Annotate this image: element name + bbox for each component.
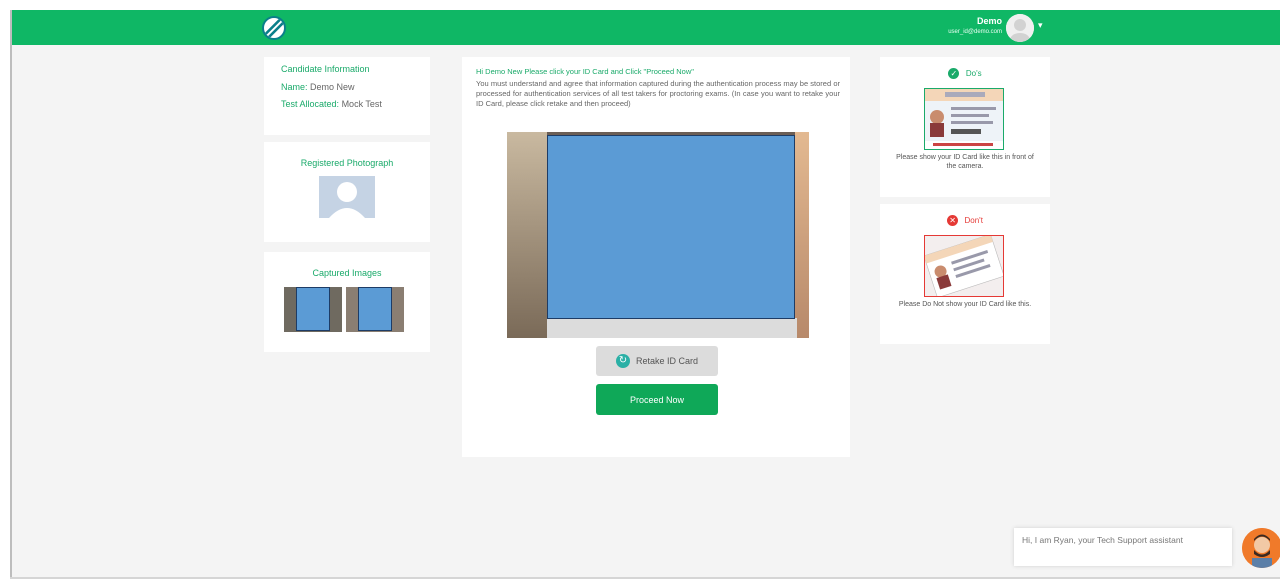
retake-label: Retake ID Card [635, 356, 699, 366]
id-card-sample-correct [924, 88, 1004, 150]
registered-photo-heading: Registered Photograph [300, 158, 394, 168]
browser-viewport: Demo user_id@demo.com ▾ Candidate Inform… [10, 10, 1280, 577]
test-allocated-label: Test Allocated: [281, 99, 340, 109]
captured-images-card: Captured Images [264, 252, 430, 352]
cross-icon: ✕ [947, 215, 959, 227]
proceed-now-button[interactable]: Proceed Now [596, 384, 718, 415]
os-taskbar [0, 577, 1280, 587]
dos-card: ✓ Do's Please show your ID Card like thi… [880, 57, 1050, 197]
candidate-name-row: Name: Demo New [281, 82, 355, 92]
check-icon: ✓ [948, 68, 960, 80]
dos-header: ✓ Do's [880, 65, 1050, 83]
support-bot-avatar-icon[interactable] [1242, 528, 1280, 568]
donts-caption: Please Do Not show your ID Card like thi… [898, 301, 1032, 308]
donts-header: ✕ Don't [880, 212, 1050, 230]
instructions-title: Hi Demo New Please click your ID Card an… [476, 67, 694, 76]
id-card-strip [547, 318, 797, 338]
test-allocated-value: Mock Test [341, 99, 382, 109]
brand-logo-icon[interactable] [262, 16, 286, 40]
camera-preview [507, 132, 809, 338]
refresh-icon: ↻ [615, 354, 630, 368]
redaction-box [547, 135, 795, 319]
candidate-info-heading: Candidate Information [281, 64, 370, 74]
redaction-box [296, 287, 330, 331]
captured-image-thumb-1[interactable] [284, 287, 342, 332]
candidate-info-card: Candidate Information Name: Demo New Tes… [264, 57, 430, 135]
retake-id-card-button[interactable]: ↻ Retake ID Card [596, 346, 718, 376]
camera-background-right [795, 132, 809, 338]
dos-label: Do's [965, 69, 982, 79]
instructions-paragraph: You must understand and agree that infor… [476, 79, 840, 108]
support-chat-bubble[interactable]: Hi, I am Ryan, your Tech Support assista… [1014, 528, 1232, 566]
user-email: user_id@demo.com [948, 29, 1002, 35]
caret-down-icon[interactable]: ▾ [1038, 20, 1043, 31]
donts-card: ✕ Don't Please Do Not show your ID Card … [880, 204, 1050, 344]
redaction-box [358, 287, 392, 331]
id-capture-panel: Hi Demo New Please click your ID Card an… [462, 57, 850, 457]
candidate-test-row: Test Allocated: Mock Test [281, 99, 382, 109]
captured-image-thumb-2[interactable] [346, 287, 404, 332]
donts-label: Don't [964, 216, 983, 226]
registered-photo-placeholder-icon [319, 176, 375, 218]
dos-caption: Please show your ID Card like this in fr… [896, 154, 1034, 170]
registered-photo-card: Registered Photograph [264, 142, 430, 242]
captured-images-heading: Captured Images [312, 268, 382, 278]
taskbar-divider [10, 577, 1280, 579]
id-card-sample-incorrect [924, 235, 1004, 297]
candidate-name-label: Name: [281, 82, 308, 92]
camera-background-light [507, 132, 547, 338]
candidate-name-value: Demo New [310, 82, 355, 92]
user-avatar-icon[interactable] [1006, 14, 1034, 42]
user-name: Demo [976, 16, 1002, 26]
top-navbar: Demo user_id@demo.com ▾ [12, 10, 1280, 45]
